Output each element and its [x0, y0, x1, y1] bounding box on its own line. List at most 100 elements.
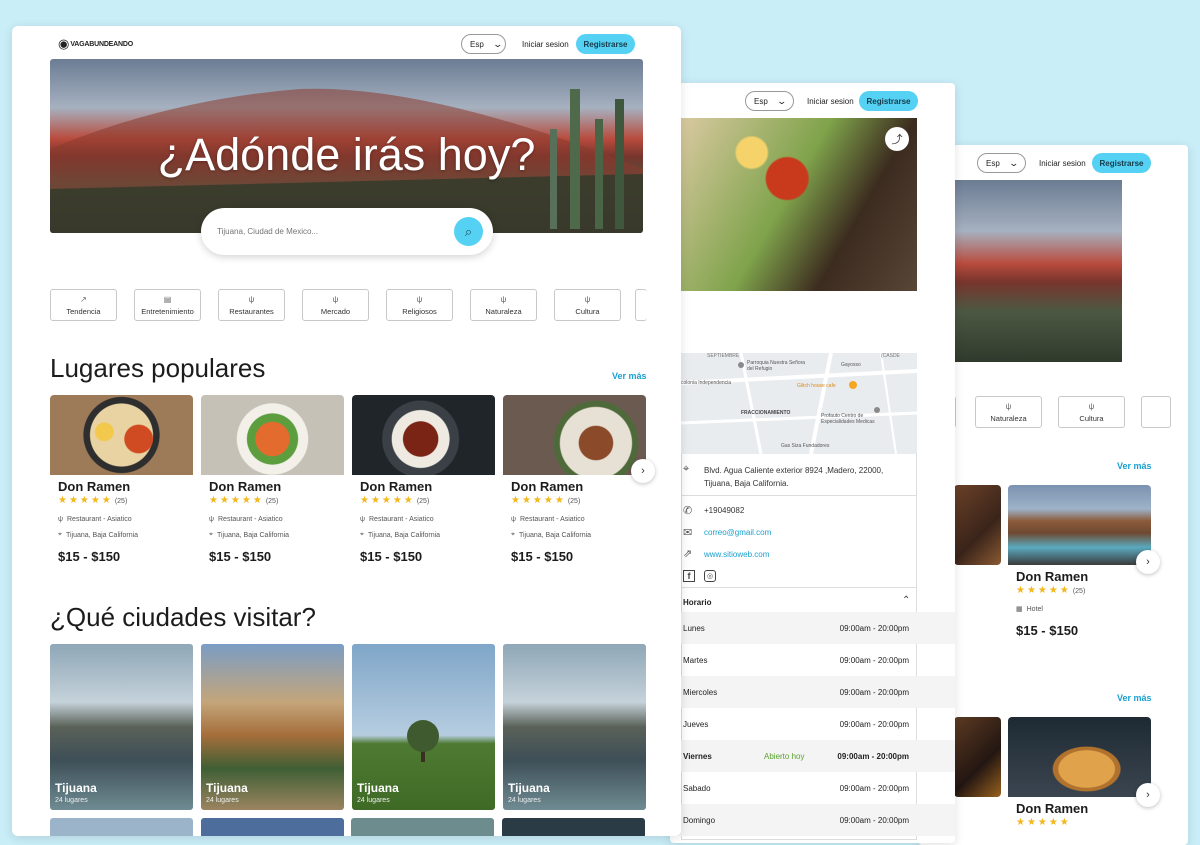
- location-map[interactable]: SEPTIEMBRE Parroquia Nuestra Señora del …: [681, 353, 917, 454]
- map-label: Gayosso: [841, 362, 861, 368]
- login-link[interactable]: Iniciar sesion: [522, 40, 569, 49]
- category-label: Cultura: [575, 306, 600, 316]
- location-pin-icon: ⌖: [360, 531, 364, 538]
- hero-title: ¿Adónde irás hoy?: [157, 129, 536, 180]
- search-input[interactable]: [217, 222, 442, 240]
- location-pin-logo-icon: ◉: [58, 36, 70, 51]
- chevron-up-icon[interactable]: ⌃: [902, 595, 910, 606]
- open-today-badge: Abierto hoy: [764, 751, 805, 761]
- city-image: [351, 818, 494, 836]
- place-name[interactable]: Don Ramen: [58, 479, 130, 494]
- language-select[interactable]: Esp ⌄: [461, 34, 506, 54]
- category-6[interactable]: ψ Cultura: [554, 289, 621, 321]
- city-name: Tijuana: [55, 781, 97, 795]
- search-button[interactable]: ⌕: [454, 217, 483, 246]
- place-name[interactable]: Don Ramen: [511, 479, 583, 494]
- place-image[interactable]: [503, 395, 646, 475]
- place-name[interactable]: Don Ramen: [209, 479, 281, 494]
- card-image: [1008, 717, 1151, 797]
- place-image[interactable]: [201, 395, 344, 475]
- rating-count: (25): [114, 498, 128, 505]
- login-link[interactable]: Iniciar sesion: [807, 97, 854, 106]
- category-2[interactable]: ψ Restaurantes: [218, 289, 285, 321]
- divider: [681, 495, 917, 496]
- schedule-row: Viernes Abierto hoy 09:00am - 20:00pm: [670, 740, 955, 772]
- location-pin-icon: ⌖: [683, 463, 690, 475]
- website-link[interactable]: www.sitioweb.com: [704, 550, 769, 559]
- location-pin-icon: ⌖: [209, 531, 213, 538]
- chevron-down-icon: ⌄: [1008, 157, 1019, 168]
- schedule-header[interactable]: Horario: [683, 598, 711, 607]
- location-pin-icon: ⌖: [511, 531, 515, 538]
- phone-text[interactable]: +19049082: [704, 506, 744, 515]
- third-window: ⌕ Esp⌄ Iniciar sesion Registrarse ψNatur…: [918, 145, 1188, 845]
- utensils-icon: ψ: [332, 294, 339, 304]
- category-5[interactable]: ψ Naturaleza: [470, 289, 537, 321]
- rating-stars: ★★★★★ (25): [360, 495, 430, 506]
- schedule-row: Jueves 09:00am - 20:00pm: [670, 708, 955, 740]
- utensils-icon: ψ: [416, 294, 423, 304]
- card-title: Don Ramen: [1016, 569, 1089, 584]
- schedule-hours: 09:00am - 20:00pm: [837, 751, 909, 761]
- category-3[interactable]: ψ Mercado: [302, 289, 369, 321]
- place-name[interactable]: Don Ramen: [360, 479, 432, 494]
- city-image: [502, 818, 645, 836]
- category-partial[interactable]: [1141, 396, 1171, 428]
- facebook-icon[interactable]: f: [683, 570, 695, 582]
- category-naturaleza[interactable]: ψ Naturaleza: [975, 396, 1042, 428]
- category-label: Mercado: [320, 306, 351, 316]
- utensils-icon: ψ: [209, 516, 214, 523]
- category-4[interactable]: ψ Religiosos: [386, 289, 453, 321]
- logo[interactable]: ◉ VAGABUNDEANDO: [58, 36, 133, 52]
- next-arrow-button[interactable]: ›: [1136, 783, 1160, 807]
- city-name: Tijuana: [357, 781, 399, 795]
- rating-stars: ★★★★★ (25): [209, 495, 279, 506]
- share-icon[interactable]: ⤴: [885, 127, 909, 151]
- search-icon: ⌕: [464, 223, 473, 239]
- utensils-icon: ψ: [584, 294, 591, 304]
- city-name: Tijuana: [508, 781, 550, 795]
- category-partial[interactable]: [635, 289, 647, 321]
- place-type-label: Restaurant - Asiatico: [369, 516, 434, 523]
- register-button[interactable]: Registrarse: [859, 91, 918, 111]
- rating-count: (25): [265, 498, 279, 505]
- schedule-day: Domingo: [683, 815, 716, 825]
- schedule-day: Viernes: [683, 751, 712, 761]
- map-label: FRACCIONAMIENTO: [741, 410, 791, 416]
- category-1[interactable]: ▤ Entretenimiento: [134, 289, 201, 321]
- ver-mas-link[interactable]: Ver más: [1117, 693, 1152, 703]
- rating-stars: ★★★★★ (25): [58, 495, 128, 506]
- next-arrow-button[interactable]: ›: [1136, 550, 1160, 574]
- category-label: Tendencia: [66, 306, 101, 316]
- category-0[interactable]: ↗ Tendencia: [50, 289, 117, 321]
- register-button[interactable]: Registrarse: [576, 34, 635, 54]
- language-select[interactable]: Esp ⌄: [977, 153, 1027, 173]
- rating-stars: ★★★★★ (25): [1016, 585, 1086, 596]
- place-image[interactable]: [50, 395, 193, 475]
- category-label: Naturaleza: [990, 413, 1027, 423]
- place-image[interactable]: [352, 395, 495, 475]
- logo-text: VAGABUNDEANDO: [70, 40, 133, 48]
- schedule-hours: 09:00am - 20:00pm: [839, 687, 909, 697]
- place-location-label: Tijuana, Baja California: [216, 531, 290, 539]
- schedule-hours: 09:00am - 20:00pm: [839, 623, 909, 633]
- register-button[interactable]: Registrarse: [1092, 153, 1151, 173]
- category-cultura[interactable]: ψ Cultura: [1058, 396, 1125, 428]
- trend-icon: ↗: [80, 294, 87, 304]
- next-arrow-button[interactable]: ›: [631, 459, 655, 483]
- language-label: Esp: [470, 39, 484, 49]
- ver-mas-link[interactable]: Ver más: [612, 371, 647, 381]
- nature-icon: ψ: [1005, 401, 1012, 411]
- email-link[interactable]: correo@gmail.com: [704, 528, 771, 537]
- schedule-day: Jueves: [683, 719, 709, 729]
- place-location: ⌖ Tijuana, Baja California: [360, 531, 440, 539]
- schedule-hours: 09:00am - 20:00pm: [839, 783, 909, 793]
- schedule-row: Lunes 09:00am - 20:00pm: [670, 612, 955, 644]
- divider: [681, 587, 917, 588]
- login-link[interactable]: Iniciar sesion: [1039, 159, 1086, 168]
- language-select[interactable]: Esp ⌄: [745, 91, 795, 111]
- detail-window: Esp ⌄ Iniciar sesion Registrarse ⤴ SEPTIE…: [670, 83, 955, 843]
- schedule-row: Domingo 09:00am - 20:00pm: [670, 804, 955, 836]
- ver-mas-link[interactable]: Ver más: [1117, 461, 1152, 471]
- instagram-icon[interactable]: ◎: [704, 570, 716, 582]
